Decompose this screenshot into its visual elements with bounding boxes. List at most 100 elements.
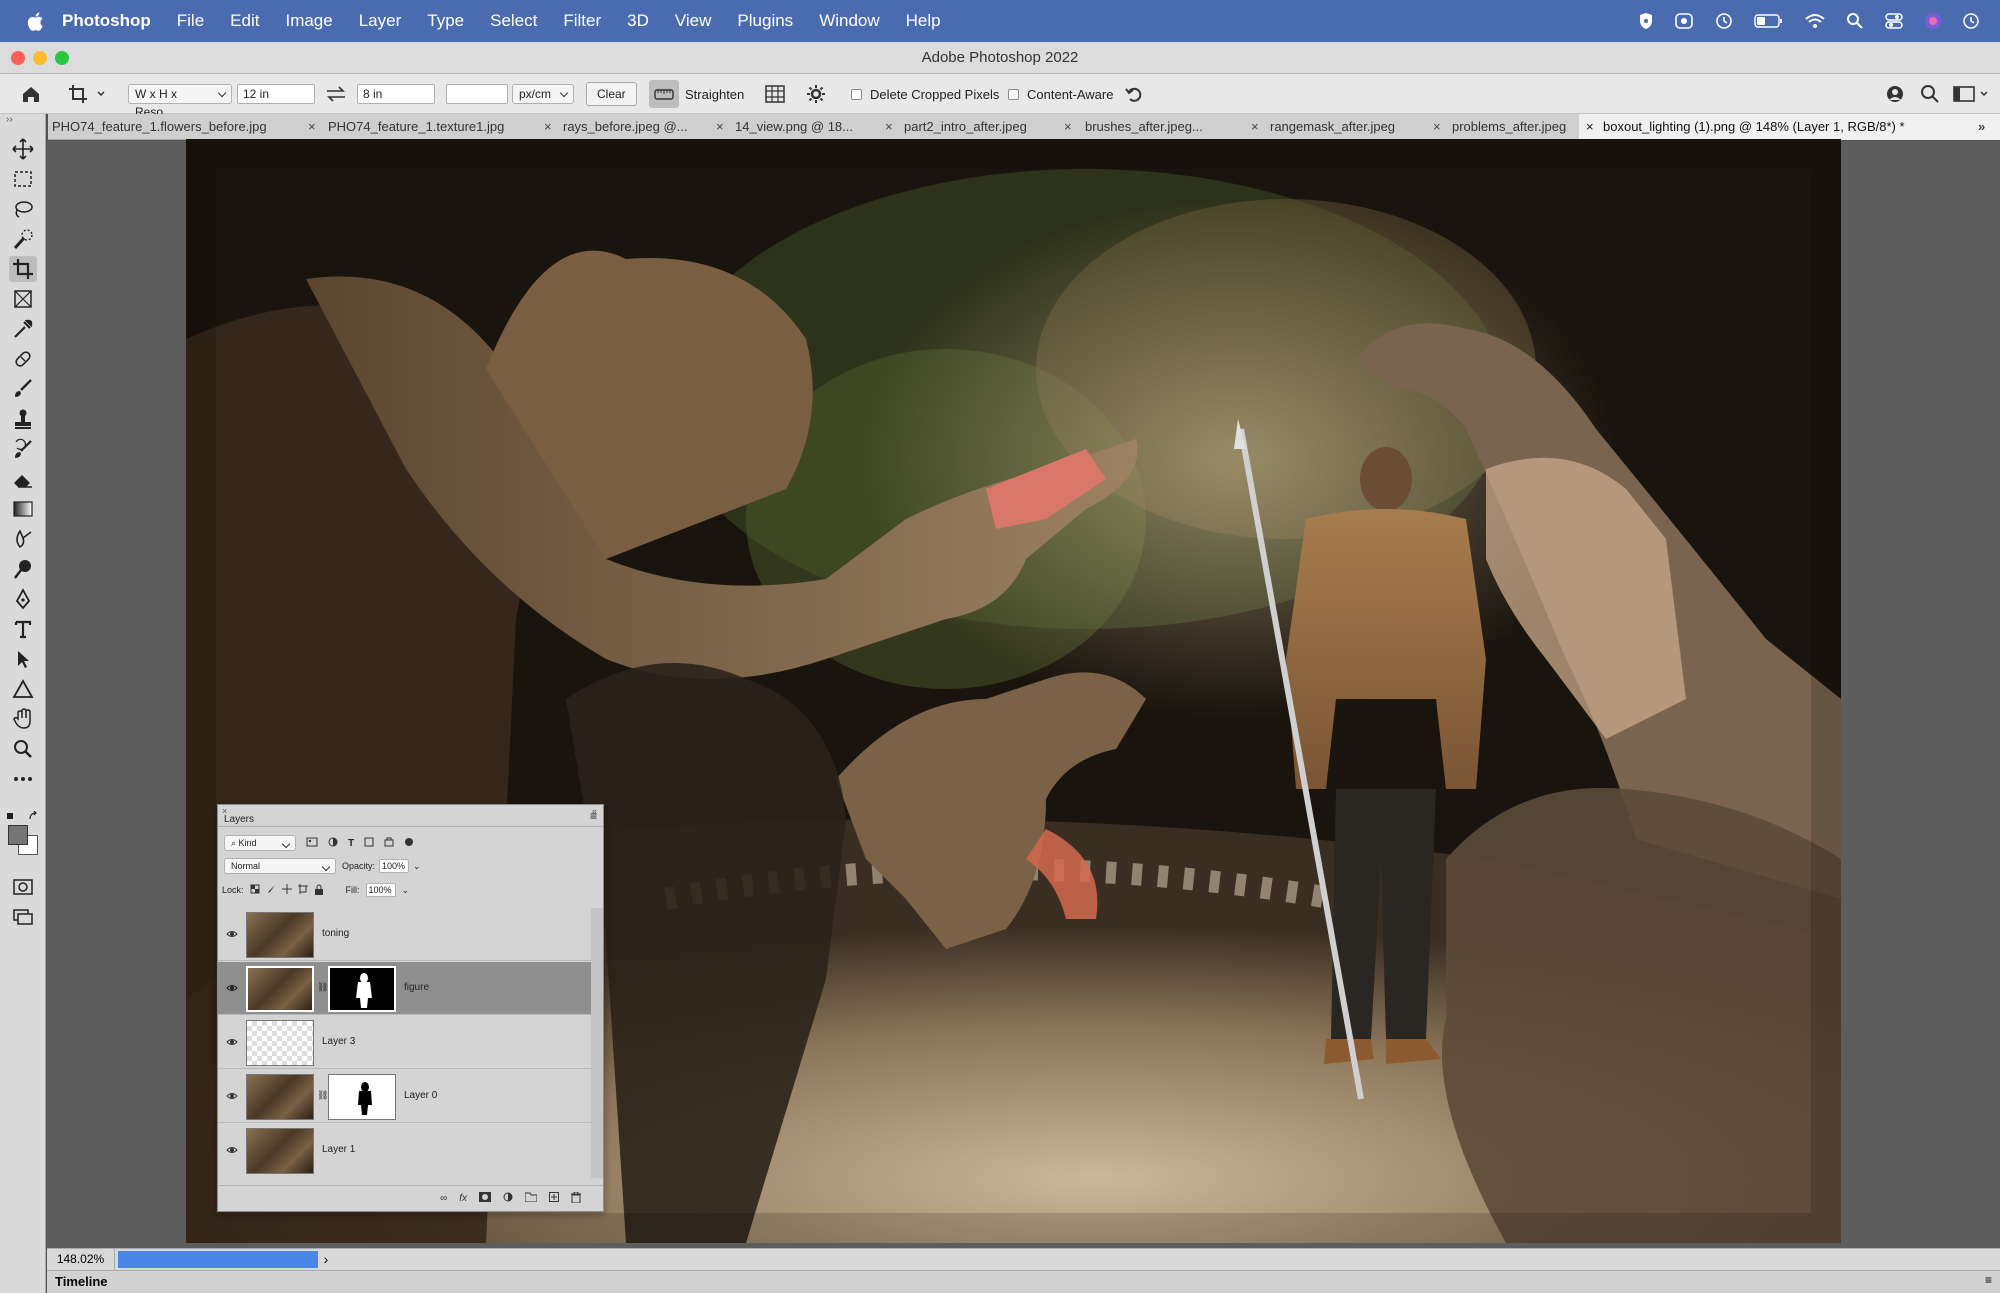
minimize-window-button[interactable] xyxy=(33,51,47,65)
zoom-level[interactable]: 148.02% xyxy=(47,1249,115,1270)
visibility-eye-icon[interactable] xyxy=(226,1090,238,1102)
clear-button[interactable]: Clear xyxy=(586,82,637,106)
cloud-sync-icon[interactable] xyxy=(1674,12,1694,30)
filter-shape-icon[interactable] xyxy=(364,837,374,850)
link-layers-icon[interactable]: ∞ xyxy=(440,1193,447,1204)
visibility-eye-icon[interactable] xyxy=(226,982,238,994)
menu-app-photoshop[interactable]: Photoshop xyxy=(50,0,164,42)
blur-tool-icon[interactable] xyxy=(9,526,37,552)
healing-brush-tool-icon[interactable] xyxy=(9,346,37,372)
crop-width-field[interactable]: 12 in xyxy=(237,84,315,104)
crop-settings-gear-icon[interactable] xyxy=(806,74,826,114)
layers-scrollbar[interactable] xyxy=(591,908,603,1178)
new-layer-icon[interactable] xyxy=(549,1192,559,1205)
eraser-tool-icon[interactable] xyxy=(9,466,37,492)
layer-style-fx-icon[interactable]: fx xyxy=(459,1193,467,1204)
more-tools-icon[interactable] xyxy=(9,766,37,792)
tab-part2-intro-after[interactable]: part2_intro_after.jpeg xyxy=(904,114,1104,140)
workspace-switcher-icon[interactable] xyxy=(1953,74,1993,114)
fill-slider-chevron-icon[interactable]: ⌄ xyxy=(402,885,410,896)
mask-link-icon[interactable]: ⛓ xyxy=(317,1090,328,1101)
menu-plugins[interactable]: Plugins xyxy=(724,0,806,42)
spotlight-search-icon[interactable] xyxy=(1846,12,1864,30)
layer-row-layer-0[interactable]: ⛓ Layer 0 xyxy=(218,1070,591,1123)
history-brush-tool-icon[interactable] xyxy=(9,436,37,462)
menu-file[interactable]: File xyxy=(164,0,217,42)
menu-3d[interactable]: 3D xyxy=(614,0,662,42)
mask-link-icon[interactable]: ⛓ xyxy=(317,982,328,993)
layer-thumbnail[interactable] xyxy=(246,912,314,958)
menu-layer[interactable]: Layer xyxy=(346,0,415,42)
layer-row-figure[interactable]: ⛓ figure xyxy=(218,962,591,1015)
straighten-button[interactable]: Straighten xyxy=(649,74,744,114)
type-tool-icon[interactable] xyxy=(9,616,37,642)
tab-close-icon[interactable]: × xyxy=(544,114,552,140)
reset-undo-icon[interactable] xyxy=(1124,74,1144,114)
tab-close-icon[interactable]: × xyxy=(308,114,316,140)
delete-cropped-pixels-checkbox[interactable]: Delete Cropped Pixels xyxy=(851,74,999,114)
new-group-folder-icon[interactable] xyxy=(524,1192,538,1205)
notification-icon[interactable] xyxy=(1962,12,1980,30)
layer-mask-thumbnail[interactable] xyxy=(328,966,396,1012)
layers-panel-title[interactable]: Layers xyxy=(224,805,254,831)
zoom-window-button[interactable] xyxy=(55,51,69,65)
filter-type-icon[interactable]: T xyxy=(348,838,354,849)
delete-cropped-checkbox-box[interactable] xyxy=(851,88,862,100)
apple-icon[interactable] xyxy=(20,0,50,42)
dodge-tool-icon[interactable] xyxy=(9,556,37,582)
opacity-slider-chevron-icon[interactable]: ⌄ xyxy=(413,861,421,872)
opacity-field[interactable]: 100% xyxy=(379,859,410,873)
quick-selection-tool-icon[interactable] xyxy=(9,226,37,252)
home-icon[interactable] xyxy=(20,74,42,114)
status-arrow-icon[interactable]: › xyxy=(319,1249,333,1270)
visibility-eye-icon[interactable] xyxy=(226,1144,238,1156)
content-aware-checkbox-box[interactable] xyxy=(1008,88,1019,100)
clone-stamp-tool-icon[interactable] xyxy=(9,406,37,432)
menu-help[interactable]: Help xyxy=(893,0,954,42)
lock-transparent-pixels-icon[interactable] xyxy=(250,884,260,896)
collapse-toolbar-icon[interactable]: ›› xyxy=(6,114,13,125)
layer-thumbnail[interactable] xyxy=(246,966,314,1012)
ratio-preset-dropdown[interactable]: W x H x Reso... xyxy=(128,84,232,119)
time-machine-icon[interactable] xyxy=(1714,12,1734,30)
lock-all-icon[interactable] xyxy=(314,884,324,897)
blend-mode-dropdown[interactable]: Normal xyxy=(224,858,336,874)
menu-image[interactable]: Image xyxy=(272,0,345,42)
layer-name[interactable]: Layer 3 xyxy=(322,1036,355,1047)
lock-image-pixels-icon[interactable] xyxy=(266,884,276,896)
layer-thumbnail[interactable] xyxy=(246,1020,314,1066)
quick-mask-icon[interactable] xyxy=(9,874,37,900)
layer-name[interactable]: Layer 1 xyxy=(322,1144,355,1155)
visibility-eye-icon[interactable] xyxy=(226,1036,238,1048)
close-window-button[interactable] xyxy=(11,51,25,65)
content-aware-checkbox[interactable]: Content-Aware xyxy=(1008,74,1113,114)
tab-texture1[interactable]: PHO74_feature_1.texture1.jpg xyxy=(328,114,576,140)
brush-tool-icon[interactable] xyxy=(9,376,37,402)
crop-height-field[interactable]: 8 in xyxy=(357,84,435,104)
layer-name[interactable]: Layer 0 xyxy=(404,1090,437,1101)
filter-kind-dropdown[interactable]: ⌕ Kind xyxy=(224,835,296,851)
hand-tool-icon[interactable] xyxy=(9,706,37,732)
menu-view[interactable]: View xyxy=(662,0,725,42)
timeline-menu-icon[interactable]: ≡ xyxy=(1985,1273,1992,1287)
tab-close-icon[interactable]: × xyxy=(1433,114,1441,140)
pen-tool-icon[interactable] xyxy=(9,586,37,612)
menu-window[interactable]: Window xyxy=(806,0,892,42)
tab-14-view[interactable]: 14_view.png @ 18... xyxy=(735,114,910,140)
layer-row-toning[interactable]: toning xyxy=(218,908,591,961)
tab-close-icon[interactable]: × xyxy=(1586,114,1594,140)
menu-filter[interactable]: Filter xyxy=(550,0,614,42)
panel-menu-icon[interactable]: ≡ xyxy=(590,805,597,827)
crop-tool-icon[interactable] xyxy=(9,256,37,282)
shield-icon[interactable] xyxy=(1638,12,1654,30)
battery-icon[interactable] xyxy=(1754,13,1784,29)
eyedropper-tool-icon[interactable] xyxy=(9,316,37,342)
shape-tool-icon[interactable] xyxy=(9,676,37,702)
adjustment-layer-icon[interactable] xyxy=(503,1192,513,1205)
filter-adjustment-icon[interactable] xyxy=(328,837,338,850)
tab-flowers-before[interactable]: PHO74_feature_1.flowers_before.jpg xyxy=(52,114,310,140)
lasso-tool-icon[interactable] xyxy=(9,196,37,222)
menu-select[interactable]: Select xyxy=(477,0,550,42)
layer-name[interactable]: figure xyxy=(404,982,429,993)
siri-icon[interactable] xyxy=(1924,12,1942,30)
